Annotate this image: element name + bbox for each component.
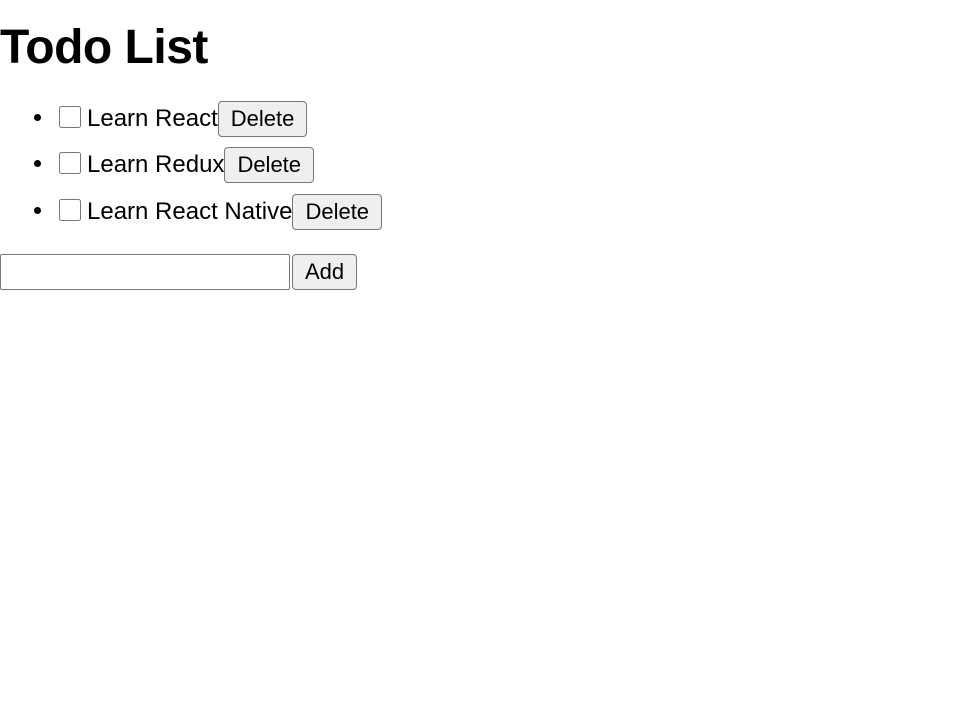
todo-text: Learn Redux (87, 151, 224, 178)
todo-list: Learn ReactDelete Learn ReduxDelete Lear… (0, 95, 974, 234)
delete-button[interactable]: Delete (292, 194, 382, 230)
new-todo-input[interactable] (0, 254, 290, 290)
todo-checkbox[interactable] (59, 106, 81, 128)
add-button[interactable]: Add (292, 254, 357, 290)
add-todo-row: Add (0, 254, 974, 290)
list-item: Learn React NativeDelete (55, 188, 974, 234)
todo-text: Learn React Native (87, 198, 292, 225)
list-item: Learn ReactDelete (55, 95, 974, 141)
todo-text: Learn React (87, 105, 218, 132)
delete-button[interactable]: Delete (224, 147, 314, 183)
todo-checkbox[interactable] (59, 199, 81, 221)
list-item: Learn ReduxDelete (55, 141, 974, 187)
todo-checkbox[interactable] (59, 152, 81, 174)
delete-button[interactable]: Delete (218, 101, 308, 137)
page-title: Todo List (0, 20, 974, 75)
